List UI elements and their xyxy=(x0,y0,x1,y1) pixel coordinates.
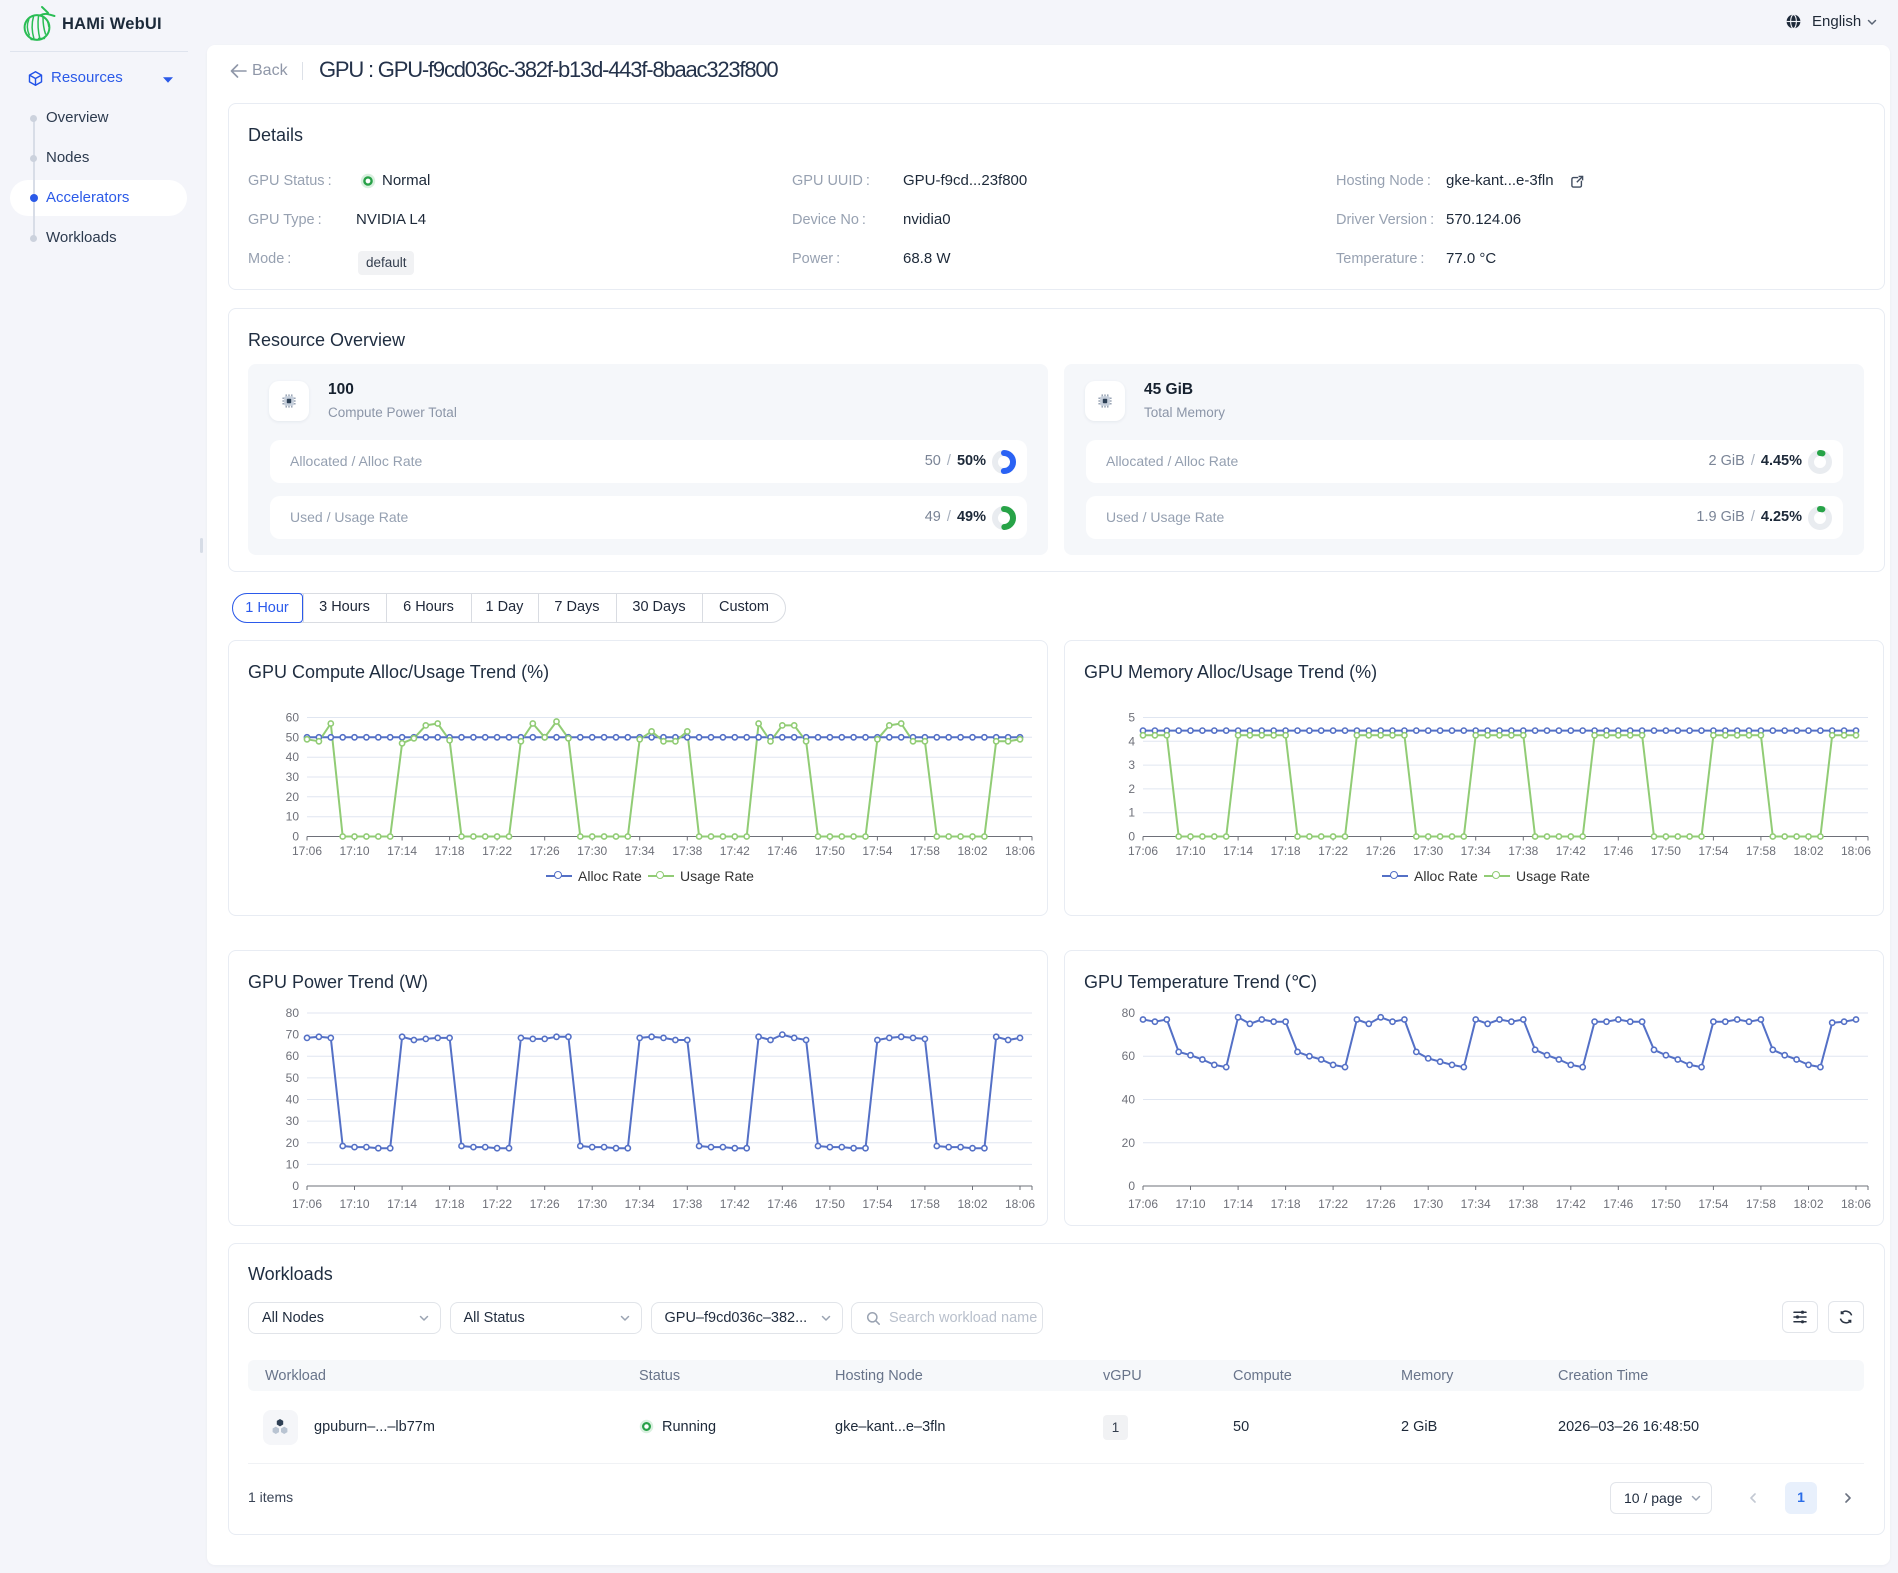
svg-text:18:02: 18:02 xyxy=(957,1197,987,1211)
svg-text:17:58: 17:58 xyxy=(910,844,940,858)
svg-text:2: 2 xyxy=(1128,782,1135,796)
svg-text:50: 50 xyxy=(286,730,300,744)
svg-text:17:10: 17:10 xyxy=(1175,1197,1205,1211)
svg-text:4: 4 xyxy=(1128,734,1135,748)
svg-text:17:58: 17:58 xyxy=(1746,1197,1776,1211)
svg-text:17:30: 17:30 xyxy=(577,1197,607,1211)
svg-text:17:50: 17:50 xyxy=(1651,844,1681,858)
svg-text:70: 70 xyxy=(286,1028,300,1042)
svg-text:17:10: 17:10 xyxy=(1175,844,1205,858)
svg-text:0: 0 xyxy=(1128,1179,1135,1193)
svg-text:17:54: 17:54 xyxy=(1698,844,1728,858)
svg-text:18:06: 18:06 xyxy=(1841,844,1871,858)
svg-text:17:22: 17:22 xyxy=(1318,844,1348,858)
svg-text:10: 10 xyxy=(286,1157,300,1171)
svg-text:17:42: 17:42 xyxy=(1556,1197,1586,1211)
svg-text:17:30: 17:30 xyxy=(1413,844,1443,858)
svg-text:17:58: 17:58 xyxy=(910,1197,940,1211)
svg-text:30: 30 xyxy=(286,770,300,784)
svg-text:18:02: 18:02 xyxy=(1793,844,1823,858)
svg-text:50: 50 xyxy=(286,1071,300,1085)
svg-text:17:46: 17:46 xyxy=(767,1197,797,1211)
svg-text:17:46: 17:46 xyxy=(1603,844,1633,858)
svg-text:17:14: 17:14 xyxy=(387,844,417,858)
svg-text:17:38: 17:38 xyxy=(672,844,702,858)
svg-text:17:46: 17:46 xyxy=(767,844,797,858)
svg-text:17:10: 17:10 xyxy=(339,844,369,858)
svg-text:17:18: 17:18 xyxy=(1271,844,1301,858)
svg-text:17:10: 17:10 xyxy=(339,1197,369,1211)
svg-text:3: 3 xyxy=(1128,758,1135,772)
svg-text:17:34: 17:34 xyxy=(625,1197,655,1211)
svg-text:17:38: 17:38 xyxy=(672,1197,702,1211)
svg-text:80: 80 xyxy=(286,1006,300,1020)
svg-text:40: 40 xyxy=(286,1093,300,1107)
svg-text:17:42: 17:42 xyxy=(1556,844,1586,858)
svg-text:18:02: 18:02 xyxy=(1793,1197,1823,1211)
svg-text:80: 80 xyxy=(1122,1006,1136,1020)
svg-text:17:26: 17:26 xyxy=(530,1197,560,1211)
svg-text:17:58: 17:58 xyxy=(1746,844,1776,858)
svg-text:17:54: 17:54 xyxy=(862,1197,892,1211)
svg-text:17:50: 17:50 xyxy=(1651,1197,1681,1211)
svg-text:17:42: 17:42 xyxy=(720,1197,750,1211)
svg-text:17:38: 17:38 xyxy=(1508,844,1538,858)
svg-text:20: 20 xyxy=(1122,1136,1136,1150)
svg-text:17:38: 17:38 xyxy=(1508,1197,1538,1211)
svg-text:17:22: 17:22 xyxy=(482,844,512,858)
svg-text:18:06: 18:06 xyxy=(1841,1197,1871,1211)
svg-text:17:26: 17:26 xyxy=(530,844,560,858)
svg-text:60: 60 xyxy=(286,711,300,725)
svg-text:10: 10 xyxy=(286,810,300,824)
svg-text:17:50: 17:50 xyxy=(815,1197,845,1211)
svg-text:17:06: 17:06 xyxy=(1128,844,1158,858)
svg-text:17:14: 17:14 xyxy=(1223,844,1253,858)
svg-text:17:30: 17:30 xyxy=(1413,1197,1443,1211)
svg-text:17:22: 17:22 xyxy=(1318,1197,1348,1211)
svg-text:17:42: 17:42 xyxy=(720,844,750,858)
svg-text:60: 60 xyxy=(1122,1049,1136,1063)
svg-text:5: 5 xyxy=(1128,711,1135,725)
svg-text:60: 60 xyxy=(286,1049,300,1063)
svg-text:20: 20 xyxy=(286,790,300,804)
svg-text:17:18: 17:18 xyxy=(1271,1197,1301,1211)
svg-text:17:14: 17:14 xyxy=(1223,1197,1253,1211)
svg-text:0: 0 xyxy=(292,1179,299,1193)
svg-text:18:02: 18:02 xyxy=(957,844,987,858)
svg-text:18:06: 18:06 xyxy=(1005,844,1035,858)
svg-text:17:18: 17:18 xyxy=(435,1197,465,1211)
svg-text:18:06: 18:06 xyxy=(1005,1197,1035,1211)
svg-text:40: 40 xyxy=(286,750,300,764)
svg-text:17:18: 17:18 xyxy=(435,844,465,858)
svg-text:17:46: 17:46 xyxy=(1603,1197,1633,1211)
svg-text:0: 0 xyxy=(1128,830,1135,844)
svg-text:17:54: 17:54 xyxy=(1698,1197,1728,1211)
svg-text:17:50: 17:50 xyxy=(815,844,845,858)
svg-text:17:26: 17:26 xyxy=(1366,1197,1396,1211)
svg-text:17:54: 17:54 xyxy=(862,844,892,858)
svg-text:40: 40 xyxy=(1122,1093,1136,1107)
svg-text:0: 0 xyxy=(292,830,299,844)
svg-text:30: 30 xyxy=(286,1114,300,1128)
svg-text:17:22: 17:22 xyxy=(482,1197,512,1211)
svg-text:17:34: 17:34 xyxy=(1461,844,1491,858)
svg-text:17:34: 17:34 xyxy=(1461,1197,1491,1211)
svg-text:1: 1 xyxy=(1128,806,1135,820)
svg-text:17:26: 17:26 xyxy=(1366,844,1396,858)
svg-text:17:06: 17:06 xyxy=(1128,1197,1158,1211)
svg-text:17:34: 17:34 xyxy=(625,844,655,858)
svg-text:17:30: 17:30 xyxy=(577,844,607,858)
svg-text:17:06: 17:06 xyxy=(292,844,322,858)
svg-text:20: 20 xyxy=(286,1136,300,1150)
svg-text:17:14: 17:14 xyxy=(387,1197,417,1211)
svg-text:17:06: 17:06 xyxy=(292,1197,322,1211)
